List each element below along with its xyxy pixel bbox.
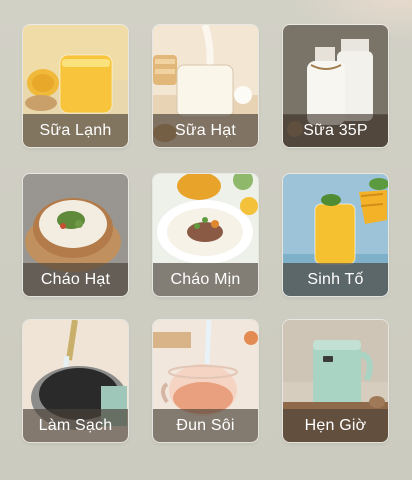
tile-sua-35p[interactable]: Sữa 35P — [283, 25, 388, 147]
tile-label: Sữa Lạnh — [23, 114, 128, 147]
mode-grid: Sữa Lạnh Sữa Hạt Sữa 35P Cháo Hạt Cháo M… — [0, 0, 412, 480]
tile-label: Cháo Hạt — [23, 263, 128, 296]
tile-label: Sinh Tố — [283, 263, 388, 296]
tile-label: Sữa Hạt — [153, 114, 258, 147]
tile-label: Đun Sôi — [153, 409, 258, 442]
tile-label: Cháo Mịn — [153, 263, 258, 296]
tile-chao-min[interactable]: Cháo Mịn — [153, 174, 258, 296]
tile-label: Sữa 35P — [283, 114, 388, 147]
tile-sua-hat[interactable]: Sữa Hạt — [153, 25, 258, 147]
tile-chao-hat[interactable]: Cháo Hạt — [23, 174, 128, 296]
tile-sua-lanh[interactable]: Sữa Lạnh — [23, 25, 128, 147]
tile-sinh-to[interactable]: Sinh Tố — [283, 174, 388, 296]
tile-label: Làm Sạch — [23, 409, 128, 442]
tile-lam-sach[interactable]: Làm Sạch — [23, 320, 128, 442]
tile-label: Hẹn Giờ — [283, 409, 388, 442]
tile-hen-gio[interactable]: Hẹn Giờ — [283, 320, 388, 442]
tile-dun-soi[interactable]: Đun Sôi — [153, 320, 258, 442]
